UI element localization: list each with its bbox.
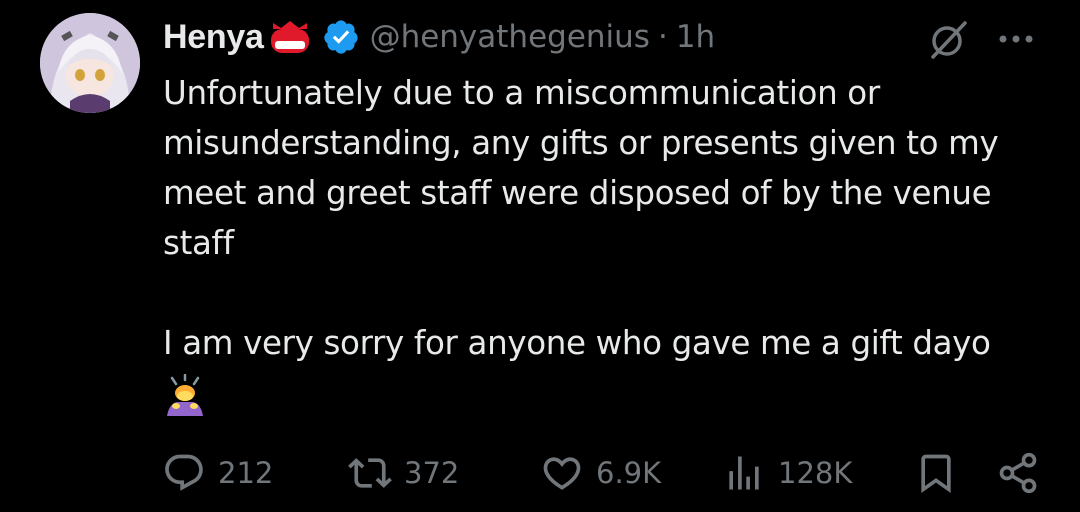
tweet-text: Unfortunately due to a miscommunication … — [163, 68, 1043, 418]
bookmark-icon — [921, 454, 951, 494]
repost-button[interactable]: 372 — [348, 446, 459, 500]
tweet-timestamp[interactable]: 1h — [676, 19, 715, 55]
views-button[interactable]: 128K — [722, 446, 852, 500]
tweet-text-line: misunderstanding, any gifts or presents … — [163, 124, 999, 162]
tweet-text-line: staff — [163, 224, 234, 262]
repost-icon — [348, 458, 392, 488]
reply-icon — [165, 454, 203, 491]
emoji-line — [163, 368, 1043, 418]
tweet-text-line: Unfortunately due to a miscommunication … — [163, 74, 880, 112]
person-bowing-emoji — [167, 374, 203, 416]
reply-button[interactable]: 212 — [162, 446, 273, 500]
heart-icon — [543, 457, 581, 490]
avatar-image — [40, 13, 140, 113]
tweet-header: Henya @henyathegenius · 1h — [163, 14, 715, 60]
share-icon — [999, 452, 1037, 494]
author-handle[interactable]: @henyathegenius — [370, 19, 650, 55]
tweet-text-line: meet and greet staff were disposed of by… — [163, 174, 992, 212]
indonesia-flag-crown-icon — [270, 21, 309, 53]
separator-dot: · — [657, 19, 668, 55]
like-count: 6.9K — [596, 456, 662, 490]
more-icon[interactable] — [996, 22, 1036, 56]
author-name[interactable]: Henya — [163, 18, 264, 57]
grok-icon[interactable] — [925, 17, 971, 63]
tweet-text-line — [163, 268, 1043, 318]
repost-count: 372 — [404, 456, 460, 490]
bookmark-button[interactable] — [914, 446, 958, 500]
views-count: 128K — [778, 456, 853, 490]
tweet-text-line: I am very sorry for anyone who gave me a… — [163, 324, 991, 362]
share-button[interactable] — [996, 446, 1040, 500]
reply-count: 212 — [218, 456, 274, 490]
analytics-icon — [729, 456, 759, 490]
avatar[interactable] — [40, 13, 140, 113]
verified-badge-icon[interactable] — [322, 18, 360, 56]
like-button[interactable]: 6.9K — [540, 446, 661, 500]
tweet-actions: 212 372 6.9K 128K — [162, 446, 1042, 500]
